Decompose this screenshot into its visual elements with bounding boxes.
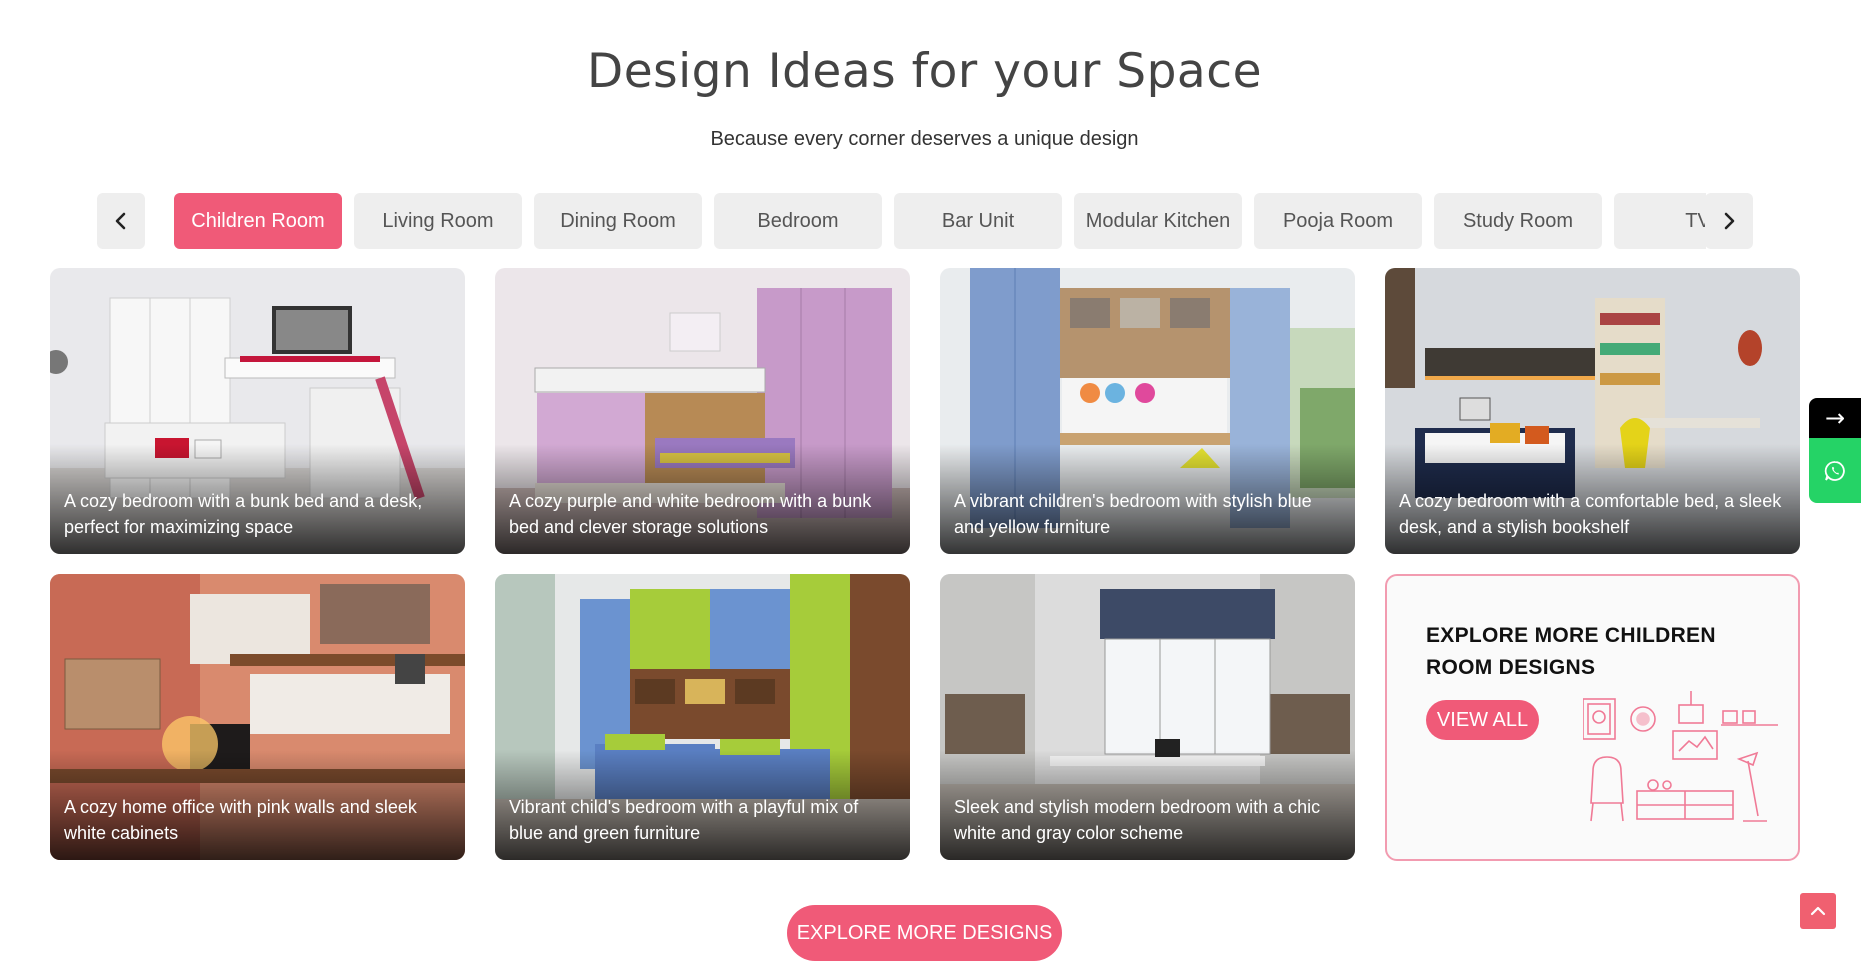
card-caption: A cozy home office with pink walls and s…: [64, 797, 417, 843]
design-card[interactable]: Vibrant child's bedroom with a playful m…: [495, 574, 910, 860]
tab-dining-room[interactable]: Dining Room: [534, 193, 702, 249]
design-card[interactable]: A cozy bedroom with a bunk bed and a des…: [50, 268, 465, 554]
tabs-viewport: Children Room Living Room Dining Room Be…: [174, 193, 1706, 249]
card-caption: A vibrant children's bedroom with stylis…: [954, 491, 1312, 537]
tab-bedroom[interactable]: Bedroom: [714, 193, 882, 249]
tab-pooja-room[interactable]: Pooja Room: [1254, 193, 1422, 249]
design-card[interactable]: Sleek and stylish modern bedroom with a …: [940, 574, 1355, 860]
view-all-button[interactable]: VIEW ALL: [1426, 700, 1539, 740]
design-card[interactable]: A cozy home office with pink walls and s…: [50, 574, 465, 860]
tab-tv[interactable]: TV: [1614, 193, 1706, 249]
chevron-left-icon: [115, 212, 126, 230]
room-sketch-icon: [1583, 691, 1778, 822]
card-caption: Sleek and stylish modern bedroom with a …: [954, 797, 1321, 843]
explore-card-title: EXPLORE MORE CHILDREN ROOM DESIGNS: [1426, 624, 1716, 679]
arrow-right-icon[interactable]: →: [1809, 398, 1861, 438]
explore-children-room-card: EXPLORE MORE CHILDREN ROOM DESIGNS VIEW …: [1385, 574, 1800, 861]
tab-living-room[interactable]: Living Room: [354, 193, 522, 249]
tab-study-room[interactable]: Study Room: [1434, 193, 1602, 249]
design-card[interactable]: A vibrant children's bedroom with stylis…: [940, 268, 1355, 554]
tab-modular-kitchen[interactable]: Modular Kitchen: [1074, 193, 1242, 249]
chevron-right-icon: [1724, 212, 1735, 230]
explore-more-designs-button[interactable]: EXPLORE MORE DESIGNS: [787, 905, 1062, 961]
card-caption: A cozy bedroom with a bunk bed and a des…: [64, 491, 423, 537]
tab-bar-unit[interactable]: Bar Unit: [894, 193, 1062, 249]
chevron-up-icon: [1810, 906, 1826, 916]
whatsapp-icon: [1824, 460, 1845, 481]
card-caption: A cozy purple and white bedroom with a b…: [509, 491, 872, 537]
tab-children-room[interactable]: Children Room: [174, 193, 342, 249]
card-caption: A cozy bedroom with a comfortable bed, a…: [1399, 491, 1782, 537]
design-card[interactable]: A cozy purple and white bedroom with a b…: [495, 268, 910, 554]
whatsapp-button[interactable]: [1809, 438, 1861, 503]
side-dock: →: [1809, 398, 1861, 503]
tabs-next-button[interactable]: [1705, 193, 1753, 249]
category-tabs: Children Room Living Room Dining Room Be…: [97, 193, 1753, 249]
card-caption: Vibrant child's bedroom with a playful m…: [509, 797, 859, 843]
page-title: Design Ideas for your Space: [587, 44, 1262, 99]
tabs-prev-button[interactable]: [97, 193, 145, 249]
design-card[interactable]: A cozy bedroom with a comfortable bed, a…: [1385, 268, 1800, 554]
back-to-top-button[interactable]: [1800, 893, 1836, 929]
page: Design Ideas for your Space Because ever…: [0, 0, 1861, 963]
page-subtitle: Because every corner deserves a unique d…: [710, 128, 1139, 150]
